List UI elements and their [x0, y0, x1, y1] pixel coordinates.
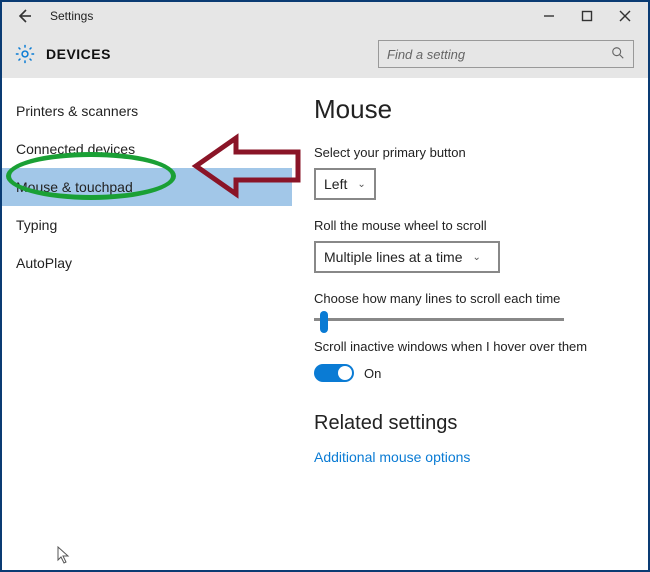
primary-button-label: Select your primary button [314, 145, 632, 160]
window-title: Settings [50, 9, 93, 23]
sidebar-item-mouse-touchpad[interactable]: Mouse & touchpad [2, 168, 292, 206]
gear-icon [14, 43, 36, 65]
lines-label: Choose how many lines to scroll each tim… [314, 291, 632, 306]
lines-slider[interactable] [314, 318, 564, 321]
additional-mouse-options-link[interactable]: Additional mouse options [314, 449, 632, 465]
related-settings-heading: Related settings [314, 412, 632, 435]
section-title: DEVICES [46, 46, 111, 62]
toggle-state-text: On [364, 366, 381, 381]
section-header: DEVICES Find a setting [2, 30, 648, 78]
wheel-scroll-label: Roll the mouse wheel to scroll [314, 218, 632, 233]
close-button[interactable] [606, 2, 644, 30]
search-icon [611, 46, 625, 63]
sidebar-item-autoplay[interactable]: AutoPlay [2, 244, 292, 282]
sidebar-item-typing[interactable]: Typing [2, 206, 292, 244]
back-arrow-icon [16, 8, 32, 24]
inactive-windows-toggle[interactable] [314, 364, 354, 382]
wheel-scroll-dropdown[interactable]: Multiple lines at a time ⌄ [314, 241, 500, 273]
content-heading: Mouse [314, 94, 632, 125]
sidebar-item-connected-devices[interactable]: Connected devices [2, 130, 292, 168]
wheel-scroll-value: Multiple lines at a time [324, 249, 463, 265]
toggle-knob [338, 366, 352, 380]
sidebar-item-label: Typing [16, 217, 57, 233]
search-input[interactable]: Find a setting [378, 40, 634, 68]
chevron-down-icon: ⌄ [473, 252, 481, 263]
sidebar-item-label: Mouse & touchpad [16, 179, 133, 195]
primary-button-dropdown[interactable]: Left ⌄ [314, 168, 376, 200]
sidebar: Printers & scanners Connected devices Mo… [2, 78, 292, 570]
titlebar: Settings [2, 2, 648, 30]
chevron-down-icon: ⌄ [357, 179, 365, 190]
back-button[interactable] [12, 4, 36, 28]
search-placeholder: Find a setting [387, 47, 465, 62]
minimize-button[interactable] [530, 2, 568, 30]
sidebar-item-label: Printers & scanners [16, 103, 138, 119]
slider-track [314, 318, 564, 321]
sidebar-item-label: AutoPlay [16, 255, 72, 271]
maximize-button[interactable] [568, 2, 606, 30]
sidebar-item-printers[interactable]: Printers & scanners [2, 92, 292, 130]
content-panel: Mouse Select your primary button Left ⌄ … [292, 78, 648, 570]
sidebar-item-label: Connected devices [16, 141, 135, 157]
inactive-windows-label: Scroll inactive windows when I hover ove… [314, 339, 632, 354]
primary-button-value: Left [324, 176, 347, 192]
slider-thumb[interactable] [320, 311, 328, 333]
body: Printers & scanners Connected devices Mo… [2, 78, 648, 570]
